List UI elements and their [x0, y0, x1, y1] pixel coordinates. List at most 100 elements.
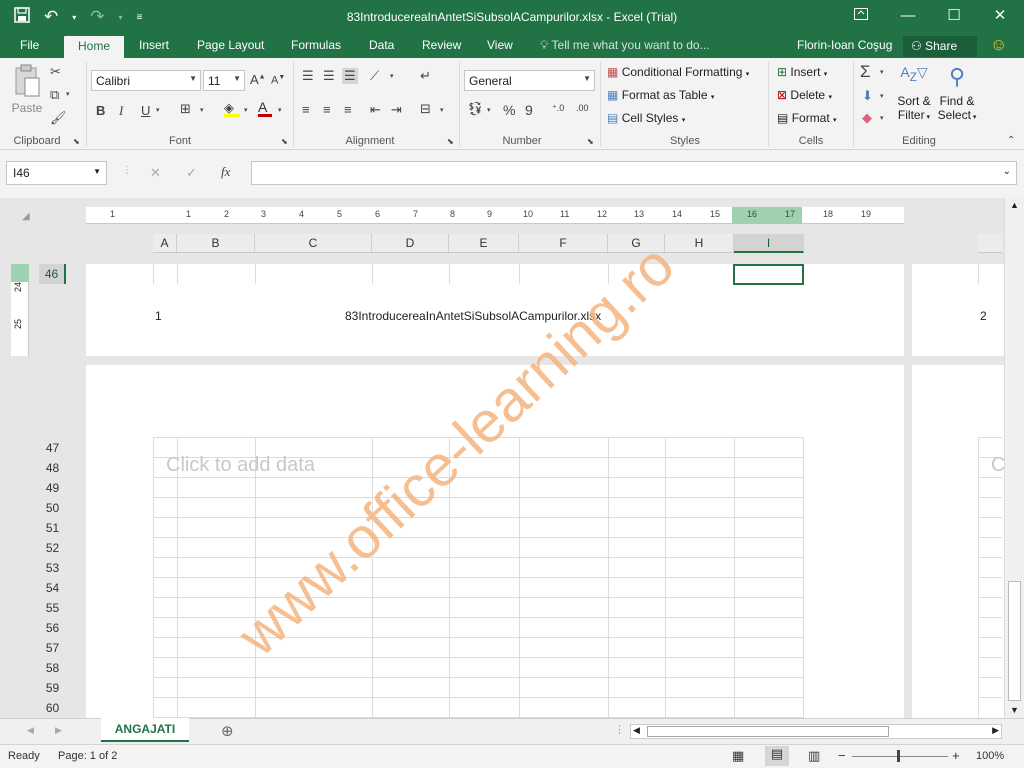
bold-button[interactable]: B — [96, 103, 105, 118]
tab-data[interactable]: Data — [369, 38, 394, 52]
increase-decimal-icon[interactable]: ⁺.0 — [552, 103, 564, 114]
align-left-icon[interactable]: ≡ — [302, 102, 310, 117]
sheet-tab-angajati[interactable]: ANGAJATI — [101, 718, 189, 742]
align-bottom-icon[interactable]: ☰ — [342, 68, 358, 84]
font-size-select[interactable]: 11 ▼ — [203, 70, 245, 91]
user-name[interactable]: Florin-Ioan Coşug — [797, 38, 892, 52]
tab-view[interactable]: View — [487, 38, 513, 52]
column-header[interactable]: G — [608, 234, 665, 253]
delete-cells-button[interactable]: ⊠ Delete ▾ — [777, 88, 832, 102]
format-painter-icon[interactable]: 🖌︎ — [50, 110, 67, 126]
format-cells-button[interactable]: ▤ Format ▾ — [777, 111, 837, 125]
increase-indent-icon[interactable]: ⇥ — [391, 102, 402, 118]
tab-split-handle[interactable]: ⋮ — [614, 723, 625, 736]
scroll-up-icon[interactable]: ▲ — [1010, 200, 1019, 210]
tab-page-layout[interactable]: Page Layout — [197, 38, 264, 52]
tab-file[interactable]: File — [20, 38, 39, 52]
row-header[interactable]: 54 — [39, 578, 66, 598]
row-header[interactable]: 55 — [39, 598, 66, 618]
row-header[interactable]: 51 — [39, 518, 66, 538]
comma-style-icon[interactable]: 9 — [525, 102, 533, 118]
font-name-select[interactable]: Calibri ▼ — [91, 70, 201, 91]
formula-input[interactable]: ⌄ — [251, 161, 1017, 185]
number-format-select[interactable]: General ▼ — [464, 70, 595, 91]
font-color-icon[interactable]: A — [258, 99, 272, 117]
align-top-icon[interactable]: ☰ — [302, 68, 314, 84]
column-header[interactable]: F — [519, 234, 608, 253]
alignment-launcher-icon[interactable]: ⬊ — [447, 137, 454, 146]
tab-insert[interactable]: Insert — [139, 38, 169, 52]
zoom-out-button[interactable]: − — [838, 748, 846, 763]
merge-dropdown-icon[interactable]: ▾ — [440, 106, 444, 114]
cell-styles-button[interactable]: ▤ Cell Styles ▾ — [607, 111, 685, 125]
increase-font-icon[interactable]: A▲ — [250, 72, 266, 87]
conditional-formatting-button[interactable]: ▦ Conditional Formatting ▾ — [607, 65, 749, 79]
scroll-right-icon[interactable]: ▶ — [992, 725, 999, 736]
footer-page-number[interactable]: 2 — [980, 309, 987, 323]
clipboard-launcher-icon[interactable]: ⬊ — [73, 137, 80, 146]
close-icon[interactable]: ✕ — [980, 4, 1020, 28]
row-header[interactable]: 50 — [39, 498, 66, 518]
insert-function-icon[interactable]: fx — [221, 164, 230, 180]
decrease-decimal-icon[interactable]: .00 — [576, 103, 589, 113]
zoom-level[interactable]: 100% — [976, 750, 1004, 762]
tab-home[interactable]: Home — [64, 36, 125, 58]
click-to-add-data-placeholder[interactable]: Click to add data — [166, 454, 315, 477]
row-header[interactable]: 49 — [39, 478, 66, 498]
borders-dropdown-icon[interactable]: ▾ — [200, 106, 204, 114]
new-sheet-icon[interactable]: ⊕ — [221, 722, 234, 740]
font-color-dropdown-icon[interactable]: ▾ — [278, 106, 282, 114]
autosum-dropdown-icon[interactable]: ▾ — [880, 68, 884, 76]
footer-left-text[interactable]: 1 — [155, 309, 162, 323]
decrease-font-icon[interactable]: A▼ — [271, 74, 285, 87]
column-header[interactable]: C — [255, 234, 372, 253]
orientation-dropdown-icon[interactable]: ▾ — [390, 72, 394, 80]
copy-dropdown-icon[interactable]: ▾ — [66, 90, 70, 98]
scroll-thumb[interactable] — [647, 726, 889, 737]
borders-icon[interactable]: ⊞ — [180, 101, 191, 117]
scroll-down-icon[interactable]: ▼ — [1010, 705, 1019, 715]
ribbon-display-options-icon[interactable] — [841, 4, 881, 28]
prev-sheet-icon[interactable]: ◀ — [27, 725, 34, 736]
row-46-cells[interactable] — [153, 264, 804, 285]
clear-icon[interactable]: ◆ — [862, 110, 872, 126]
row-header[interactable]: 59 — [39, 678, 66, 698]
align-right-icon[interactable]: ≡ — [344, 102, 352, 117]
align-center-icon[interactable]: ≡ — [323, 102, 331, 117]
feedback-smiley-icon[interactable]: ☺ — [990, 35, 1007, 55]
underline-button[interactable]: U — [141, 103, 150, 118]
share-button[interactable]: ⚇ Share — [903, 36, 977, 57]
row-header[interactable]: 60 — [39, 698, 66, 718]
column-header-selected[interactable]: I — [734, 234, 804, 253]
row-header[interactable]: 47 — [39, 438, 66, 458]
page-layout-view-icon[interactable]: ▤ — [765, 746, 789, 766]
cancel-icon[interactable]: ✕ — [150, 165, 161, 181]
format-as-table-button[interactable]: ▦ Format as Table ▾ — [607, 88, 714, 102]
row-header-selected[interactable]: 46 — [39, 264, 66, 284]
row-header[interactable]: 56 — [39, 618, 66, 638]
autosum-icon[interactable]: Σ — [860, 62, 871, 82]
vertical-scrollbar[interactable]: ▲ ▼ — [1004, 198, 1024, 718]
active-cell-i46[interactable] — [733, 264, 804, 285]
sort-filter-button[interactable]: AZ▽ Sort & Filter ▾ — [896, 64, 932, 122]
tab-formulas[interactable]: Formulas — [291, 38, 341, 52]
tell-me-box[interactable]: 💡︎ Tell me what you want to do... — [540, 38, 710, 53]
column-header[interactable]: A — [153, 234, 177, 253]
row-header[interactable]: 48 — [39, 458, 66, 478]
column-header[interactable]: D — [372, 234, 449, 253]
font-launcher-icon[interactable]: ⬊ — [281, 137, 288, 146]
italic-button[interactable]: I — [119, 103, 123, 119]
cell-grid-next-page[interactable]: C — [978, 437, 1005, 718]
expand-formula-icon[interactable]: ⌄ — [1003, 166, 1011, 177]
collapse-ribbon-icon[interactable]: ⌃ — [1007, 135, 1015, 146]
accounting-dropdown-icon[interactable]: ▾ — [487, 106, 491, 114]
wrap-text-icon[interactable]: ↵ — [420, 68, 431, 84]
accounting-format-icon[interactable]: 💱︎ — [467, 101, 484, 117]
zoom-in-button[interactable]: + — [952, 748, 960, 763]
clear-dropdown-icon[interactable]: ▾ — [880, 114, 884, 122]
fill-color-icon[interactable]: ◈ — [224, 100, 240, 117]
number-launcher-icon[interactable]: ⬊ — [587, 137, 594, 146]
minimize-icon[interactable]: — — [888, 4, 928, 28]
zoom-slider[interactable] — [852, 750, 948, 762]
align-middle-icon[interactable]: ☰ — [323, 68, 335, 84]
